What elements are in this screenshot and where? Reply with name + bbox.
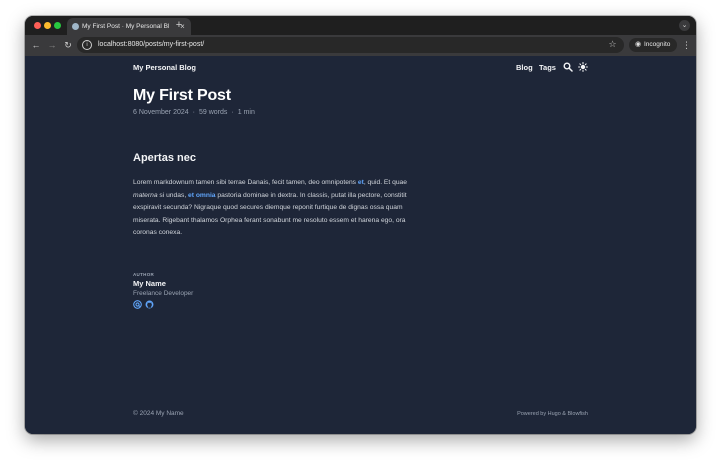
- tab-title: My First Post · My Personal Bl: [82, 23, 170, 30]
- author-name: My Name: [133, 279, 166, 288]
- close-window-button[interactable]: [34, 22, 41, 29]
- github-icon[interactable]: [145, 300, 154, 309]
- nav-link-tags[interactable]: Tags: [539, 63, 556, 72]
- tab-search-button[interactable]: ⌄: [679, 20, 690, 31]
- theme-toggle-sun-icon[interactable]: [578, 62, 588, 72]
- email-at-icon[interactable]: [133, 300, 142, 309]
- browser-window: My First Post · My Personal Bl × + ⌄ ← →…: [25, 16, 696, 434]
- reload-icon[interactable]: ↻: [62, 39, 74, 51]
- body-text-segment: , quid. Et quae: [363, 179, 407, 186]
- author-caption: AUTHOR: [133, 272, 155, 277]
- site-info-icon[interactable]: i: [82, 40, 92, 50]
- body-link-et-omnia[interactable]: et omnia: [188, 192, 216, 199]
- minimize-window-button[interactable]: [44, 22, 51, 29]
- meta-separator: ·: [192, 109, 195, 116]
- post-body-paragraph: Lorem markdownum tamen sibi terrae Danai…: [133, 177, 425, 240]
- search-icon[interactable]: [563, 62, 573, 72]
- post-meta: 6 November 2024 · 59 words · 1 min: [133, 109, 255, 116]
- incognito-badge[interactable]: ◉ Incognito: [629, 38, 677, 52]
- author-role: Freelance Developer: [133, 290, 194, 297]
- section-heading: Apertas nec: [133, 152, 196, 164]
- address-bar[interactable]: i localhost:8080/posts/my-first-post/ ☆: [77, 37, 624, 53]
- maximize-window-button[interactable]: [54, 22, 61, 29]
- footer-copyright: © 2024 My Name: [133, 410, 184, 417]
- body-text-segment: Lorem markdownum tamen sibi terrae Danai…: [133, 179, 358, 186]
- favicon-icon: [72, 23, 79, 30]
- browser-toolbar: ← → ↻ i localhost:8080/posts/my-first-po…: [25, 35, 696, 56]
- tab-strip: My First Post · My Personal Bl × + ⌄: [25, 16, 696, 35]
- body-emphasis: materna: [133, 191, 158, 199]
- footer-powered-by[interactable]: Powered by Hugo & Blowfish: [517, 411, 588, 417]
- new-tab-button[interactable]: +: [173, 19, 185, 31]
- site-title-link[interactable]: My Personal Blog: [133, 63, 196, 72]
- incognito-label: Incognito: [644, 41, 671, 48]
- post-reading-time: 1 min: [237, 109, 255, 116]
- more-menu-icon[interactable]: ⋮: [682, 39, 691, 51]
- url-text[interactable]: localhost:8080/posts/my-first-post/: [98, 40, 204, 50]
- meta-separator: ·: [231, 109, 234, 116]
- post-title: My First Post: [133, 87, 231, 104]
- page-content: My Personal Blog Blog Tags My First Post…: [25, 56, 696, 434]
- forward-arrow-icon[interactable]: →: [46, 39, 58, 51]
- incognito-icon: ◉: [634, 41, 642, 48]
- post-date: 6 November 2024: [133, 109, 189, 116]
- back-arrow-icon[interactable]: ←: [30, 39, 42, 51]
- nav-link-blog[interactable]: Blog: [516, 63, 533, 72]
- bookmark-star-icon[interactable]: ☆: [607, 39, 618, 50]
- body-text-segment: si undas,: [157, 191, 189, 199]
- post-word-count: 59 words: [199, 109, 228, 116]
